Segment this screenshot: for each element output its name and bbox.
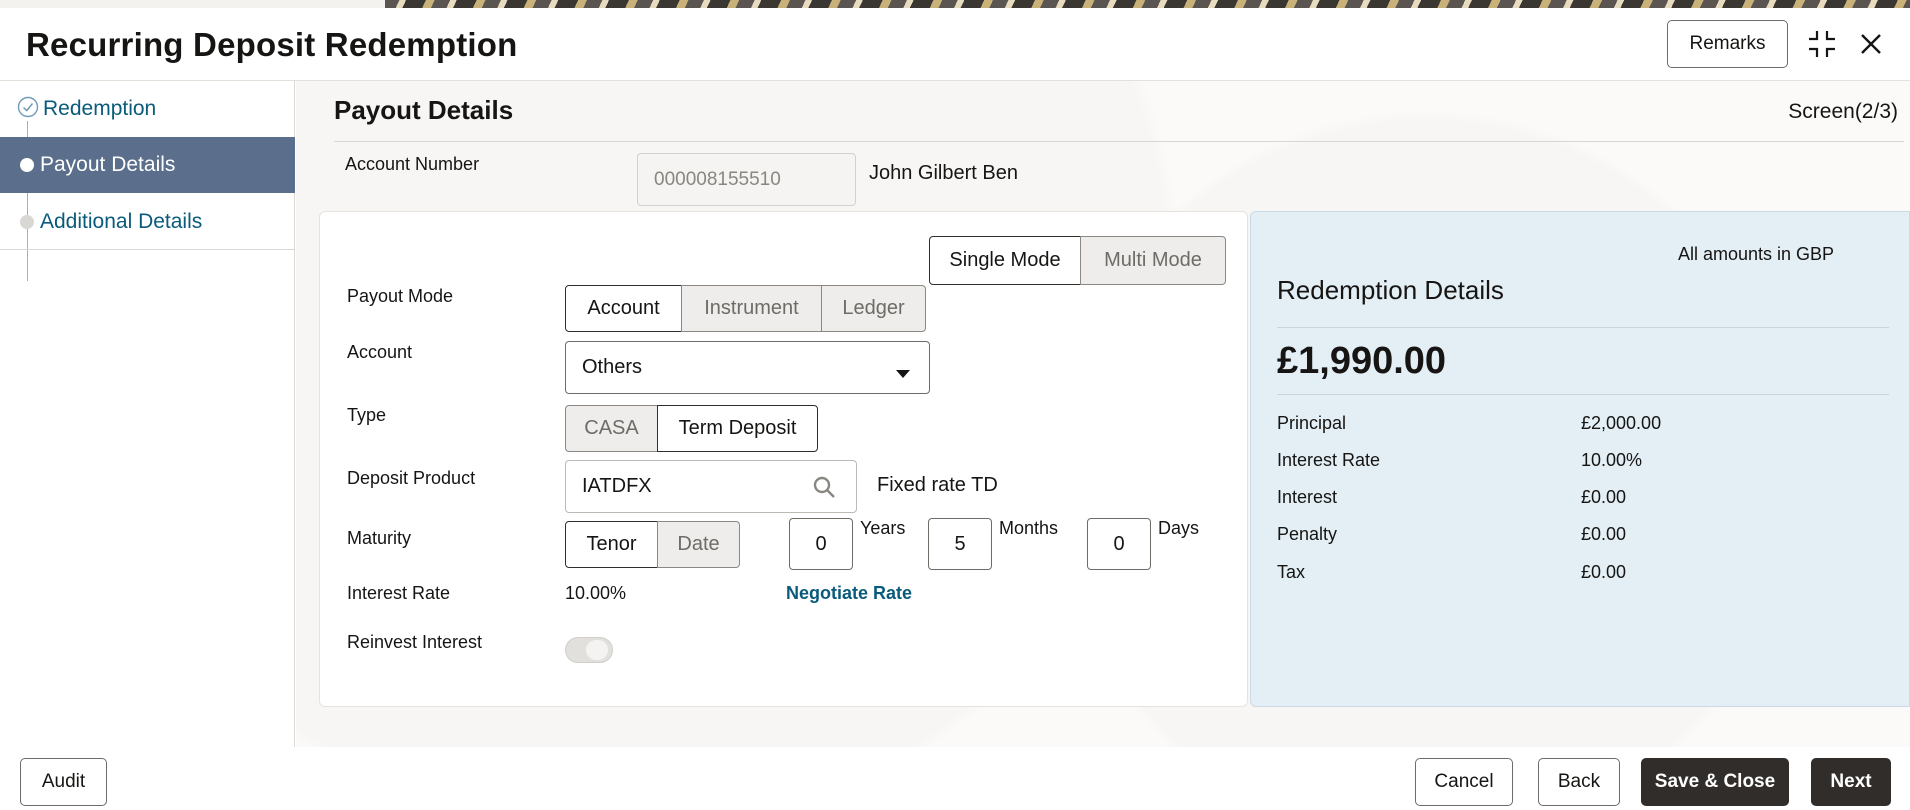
single-mode-option[interactable]: Single Mode xyxy=(929,236,1081,285)
account-number-field: 000008155510 xyxy=(637,153,856,206)
maturity-date[interactable]: Date xyxy=(657,521,740,568)
audit-button[interactable]: Audit xyxy=(20,758,107,806)
tenor-months-input[interactable]: 5 xyxy=(928,518,992,570)
step-redemption[interactable]: Redemption xyxy=(0,81,295,137)
years-label: Years xyxy=(860,518,906,538)
interest-rate-value: 10.00% xyxy=(565,583,627,603)
search-icon[interactable] xyxy=(812,475,836,505)
section-title: Payout Details xyxy=(334,95,514,125)
collapse-corners-icon[interactable] xyxy=(1803,25,1841,63)
maturity-tenor[interactable]: Tenor xyxy=(565,521,658,568)
payout-mode-selector: Account Instrument Ledger xyxy=(565,285,926,332)
account-select[interactable]: Others xyxy=(565,341,930,394)
section-divider xyxy=(334,141,1904,142)
save-close-button[interactable]: Save & Close xyxy=(1641,758,1789,806)
check-circle-icon xyxy=(17,96,39,118)
deposit-product-description: Fixed rate TD xyxy=(877,474,998,496)
account-label: Account xyxy=(347,342,413,362)
summary-divider xyxy=(1277,394,1889,395)
type-term-deposit[interactable]: Term Deposit xyxy=(657,405,818,452)
remarks-button[interactable]: Remarks xyxy=(1667,20,1788,68)
currency-note: All amounts in GBP xyxy=(1678,244,1835,264)
step-navigation: Redemption Payout Details Additional Det… xyxy=(0,81,308,747)
deposit-product-value: IATDFX xyxy=(582,475,652,497)
account-selected-value: Others xyxy=(582,356,643,378)
negotiate-rate-link[interactable]: Negotiate Rate xyxy=(786,583,912,604)
step-label: Payout Details xyxy=(40,153,176,176)
principal-value: £2,000.00 xyxy=(1581,413,1662,433)
payout-mode-label: Payout Mode xyxy=(347,286,454,306)
chevron-down-icon xyxy=(895,362,911,385)
header-decoration xyxy=(0,0,1910,8)
tenor-days-input[interactable]: 0 xyxy=(1087,518,1151,570)
step-label: Redemption xyxy=(43,97,157,120)
payout-form-card: Single Mode Multi Mode Payout Mode Accou… xyxy=(319,211,1248,707)
reinvest-interest-label: Reinvest Interest xyxy=(347,632,483,652)
multi-mode-option[interactable]: Multi Mode xyxy=(1080,236,1226,285)
type-casa[interactable]: CASA xyxy=(565,405,658,452)
payout-mode-ledger[interactable]: Ledger xyxy=(821,285,926,332)
back-button[interactable]: Back xyxy=(1538,758,1620,806)
deposit-product-input[interactable]: IATDFX xyxy=(565,460,857,513)
penalty-label: Penalty xyxy=(1277,524,1338,544)
days-label: Days xyxy=(1158,518,1200,538)
payout-mode-instrument[interactable]: Instrument xyxy=(681,285,822,332)
footer-bar: Audit Cancel Back Save & Close Next xyxy=(0,747,1910,810)
payout-mode-switch: Single Mode Multi Mode xyxy=(929,236,1226,285)
interest-rate-label: Interest Rate xyxy=(347,583,451,603)
penalty-value: £0.00 xyxy=(1581,524,1627,544)
step-dot xyxy=(20,158,34,172)
screen-counter: Screen(2/3) xyxy=(1788,100,1898,123)
close-icon[interactable] xyxy=(1852,25,1890,63)
maturity-selector: Tenor Date xyxy=(565,521,740,568)
tenor-years-input[interactable]: 0 xyxy=(789,518,853,570)
step-payout-details[interactable]: Payout Details xyxy=(0,137,295,193)
type-selector: CASA Term Deposit xyxy=(565,405,818,452)
deposit-product-label: Deposit Product xyxy=(347,468,476,488)
principal-label: Principal xyxy=(1277,413,1347,433)
summary-divider xyxy=(1277,327,1889,328)
redemption-total: £1,990.00 xyxy=(1277,340,1447,382)
window-title: Recurring Deposit Redemption xyxy=(26,26,518,63)
window-header: Recurring Deposit Redemption Remarks xyxy=(0,8,1910,81)
next-button[interactable]: Next xyxy=(1811,758,1891,806)
account-number-label: Account Number xyxy=(345,154,480,174)
step-additional-details[interactable]: Additional Details xyxy=(0,194,295,250)
interest-value: £0.00 xyxy=(1581,487,1627,507)
payout-mode-account[interactable]: Account xyxy=(565,285,682,332)
interest-label: Interest xyxy=(1277,487,1338,507)
redemption-details-title: Redemption Details xyxy=(1277,275,1504,305)
account-holder-name: John Gilbert Ben xyxy=(869,162,1018,184)
main-content: Payout Details Screen(2/3) Account Numbe… xyxy=(296,81,1910,747)
redemption-summary-panel: All amounts in GBP Redemption Details £1… xyxy=(1250,211,1910,707)
type-label: Type xyxy=(347,405,387,425)
cancel-button[interactable]: Cancel xyxy=(1415,758,1513,806)
maturity-label: Maturity xyxy=(347,528,412,548)
interest-rate-summary-value: 10.00% xyxy=(1581,450,1643,470)
step-label: Additional Details xyxy=(40,209,203,233)
tax-value: £0.00 xyxy=(1581,562,1627,582)
interest-rate-summary-label: Interest Rate xyxy=(1277,450,1381,470)
reinvest-interest-toggle[interactable] xyxy=(565,637,613,663)
months-label: Months xyxy=(999,518,1059,538)
tax-label: Tax xyxy=(1277,562,1306,582)
step-dot xyxy=(20,215,34,229)
